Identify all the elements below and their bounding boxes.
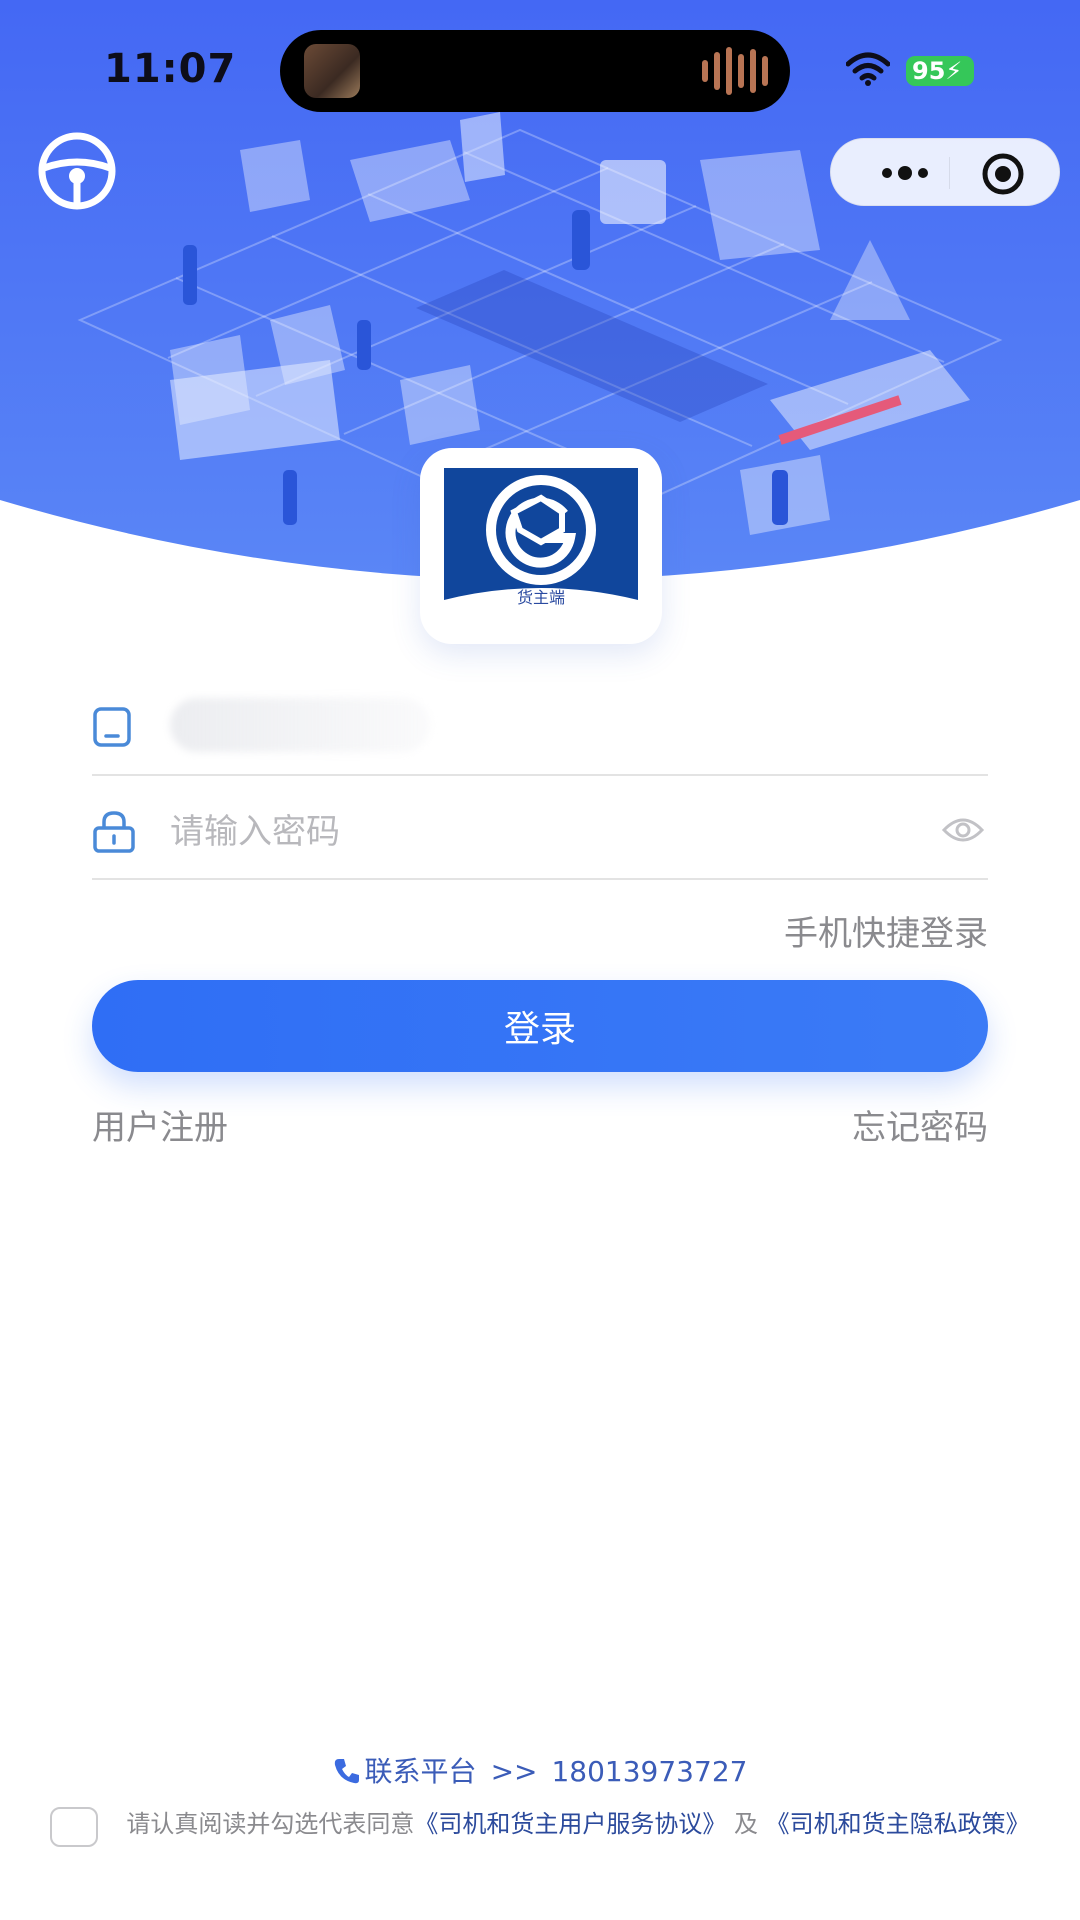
quick-login-link[interactable]: 手机快捷登录	[784, 906, 988, 955]
battery-level: 95	[912, 57, 946, 85]
agreement-checkbox[interactable]	[50, 1807, 98, 1847]
contact-platform[interactable]: 联系平台 >> 18013973727	[0, 1750, 1080, 1790]
wifi-icon	[846, 52, 890, 86]
service-agreement-link[interactable]: 《司机和货主用户服务协议》	[414, 1810, 726, 1838]
status-time: 11:07	[104, 46, 237, 92]
steering-wheel-icon[interactable]	[36, 130, 118, 212]
contact-label: 联系平台	[364, 1755, 477, 1788]
capsule-divider	[949, 157, 950, 189]
more-icon[interactable]	[879, 161, 931, 185]
battery-indicator: 95⚡	[906, 56, 974, 86]
dynamic-island	[280, 30, 790, 112]
app-logo-card: 货主端	[420, 448, 662, 644]
phone-input-redacted[interactable]	[170, 698, 430, 752]
forgot-password-link[interactable]: 忘记密码	[852, 1100, 988, 1149]
agreement-and: 及	[734, 1810, 758, 1838]
record-icon[interactable]	[981, 152, 1025, 196]
tablet-icon	[93, 707, 131, 747]
agreement-prefix: 请认真阅读并勾选代表同意	[126, 1810, 415, 1838]
media-thumbnail	[304, 44, 360, 98]
agreement-text: 请认真阅读并勾选代表同意《司机和货主用户服务协议》 及 《司机和货主隐私政策》	[116, 1805, 1040, 1843]
miniprogram-capsule	[830, 138, 1060, 206]
phone-field[interactable]	[92, 676, 988, 776]
login-button[interactable]: 登录	[92, 980, 988, 1072]
password-field[interactable]	[92, 780, 988, 880]
password-input[interactable]	[170, 800, 890, 864]
lock-icon	[93, 811, 135, 853]
audio-wave-icon	[702, 46, 768, 96]
privacy-policy-link[interactable]: 《司机和货主隐私政策》	[766, 1810, 1030, 1838]
contact-phone[interactable]: 18013973727	[551, 1755, 747, 1788]
eye-icon[interactable]	[942, 816, 984, 844]
logo-caption: 货主端	[516, 588, 565, 607]
charging-icon: ⚡	[945, 57, 963, 85]
phone-icon	[334, 1759, 359, 1784]
register-link[interactable]: 用户注册	[92, 1100, 228, 1149]
status-bar: 11:07 95⚡	[0, 0, 1080, 140]
contact-arrows: >>	[490, 1755, 538, 1788]
app-logo: 货主端	[444, 468, 638, 624]
